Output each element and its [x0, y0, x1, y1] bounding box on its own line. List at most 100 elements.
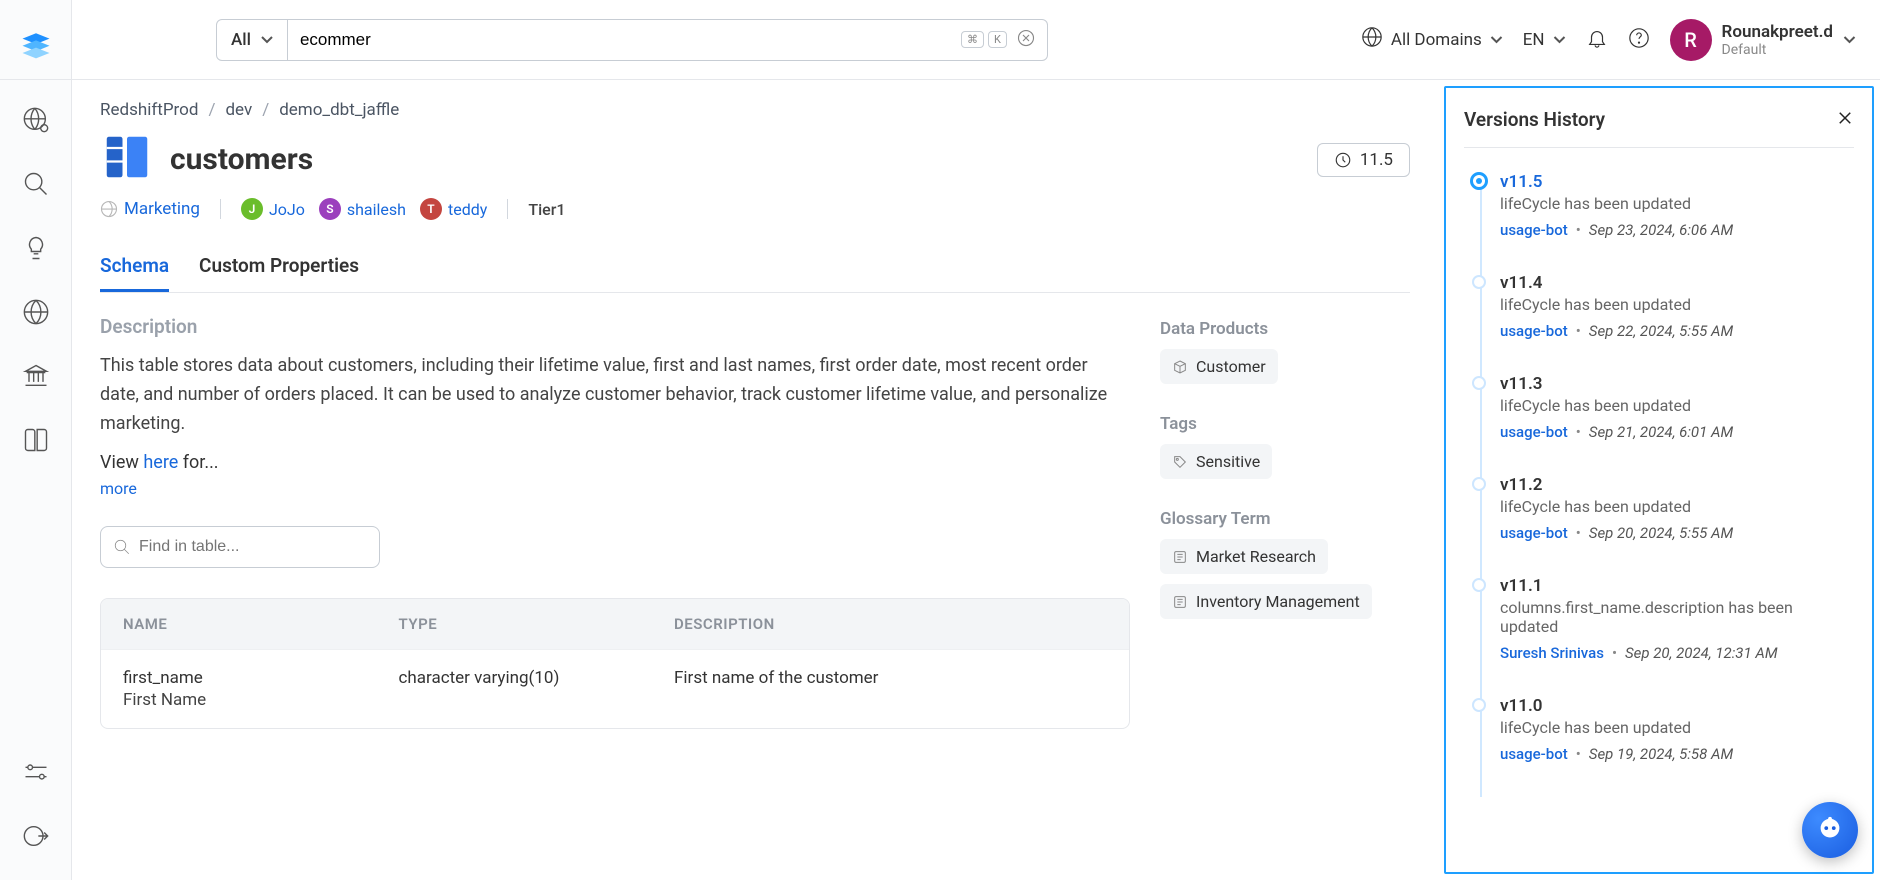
version-item[interactable]: v11.4 lifeCycle has been updated usage-b… [1500, 273, 1854, 340]
version-user[interactable]: usage-bot [1500, 423, 1568, 441]
tags-heading: Tags [1160, 414, 1410, 434]
glossary-chip[interactable]: Inventory Management [1160, 584, 1372, 619]
data-products-heading: Data Products [1160, 319, 1410, 339]
language-selector[interactable]: EN [1523, 30, 1566, 50]
col-header-name: NAME [123, 615, 399, 633]
version-user[interactable]: usage-bot [1500, 524, 1568, 542]
glossary-icon[interactable] [16, 420, 56, 460]
domain-selector[interactable]: All Domains [1361, 26, 1503, 53]
col-name: first_name [123, 668, 203, 688]
col-label: First Name [123, 690, 399, 710]
versions-panel: Versions History v11.5 lifeCycle has bee… [1444, 86, 1874, 874]
version-time: Sep 19, 2024, 5:58 AM [1589, 745, 1733, 763]
page-title: customers [170, 142, 313, 177]
description-view-line: View here for... [100, 452, 1130, 473]
breadcrumb-item[interactable]: dev [225, 100, 252, 120]
chip-label: Customer [1196, 357, 1266, 376]
help-icon[interactable] [1628, 27, 1650, 53]
version-number: v11.2 [1500, 475, 1854, 495]
language-label: EN [1523, 30, 1545, 50]
chat-fab[interactable] [1802, 802, 1858, 858]
search-input[interactable] [300, 30, 961, 50]
owner-chip[interactable]: Sshailesh [319, 198, 406, 220]
version-user[interactable]: usage-bot [1500, 745, 1568, 763]
version-item[interactable]: v11.5 lifeCycle has been updated usage-b… [1500, 172, 1854, 239]
search-scope-label: All [231, 30, 251, 50]
chip-label: Sensitive [1196, 452, 1260, 471]
datasource-icon [100, 130, 154, 184]
user-role: Default [1722, 42, 1833, 58]
version-desc: lifeCycle has been updated [1500, 295, 1854, 314]
app-logo[interactable] [0, 8, 71, 80]
domain-chip[interactable]: Marketing [100, 199, 200, 219]
version-time: Sep 21, 2024, 6:01 AM [1589, 423, 1733, 441]
version-item[interactable]: v11.2 lifeCycle has been updated usage-b… [1500, 475, 1854, 542]
find-in-table-input[interactable] [139, 538, 367, 556]
version-number: v11.1 [1500, 576, 1854, 596]
version-button-label: 11.5 [1360, 150, 1393, 170]
version-user[interactable]: usage-bot [1500, 322, 1568, 340]
glossary-heading: Glossary Term [1160, 509, 1410, 529]
version-time: Sep 20, 2024, 12:31 AM [1625, 644, 1778, 662]
version-button[interactable]: 11.5 [1317, 143, 1410, 177]
chip-label: Market Research [1196, 547, 1316, 566]
data-product-chip[interactable]: Customer [1160, 349, 1278, 384]
col-header-type: TYPE [399, 615, 675, 633]
version-time: Sep 22, 2024, 5:55 AM [1589, 322, 1733, 340]
version-desc: lifeCycle has been updated [1500, 194, 1854, 213]
version-user[interactable]: usage-bot [1500, 221, 1568, 239]
glossary-chip[interactable]: Market Research [1160, 539, 1328, 574]
logout-icon[interactable] [16, 816, 56, 856]
version-desc: lifeCycle has been updated [1500, 396, 1854, 415]
avatar: R [1670, 19, 1712, 61]
breadcrumb-item[interactable]: RedshiftProd [100, 100, 198, 120]
owner-chip[interactable]: JJoJo [241, 198, 305, 220]
user-name: Rounakpreet.d [1722, 22, 1833, 42]
tier-label: Tier1 [528, 200, 565, 219]
notifications-icon[interactable] [1586, 27, 1608, 53]
domain-selector-label: All Domains [1391, 30, 1482, 50]
description-more-link[interactable]: more [100, 479, 137, 498]
version-time: Sep 23, 2024, 6:06 AM [1589, 221, 1733, 239]
breadcrumb[interactable]: RedshiftProd/ dev/ demo_dbt_jaffle [100, 100, 1317, 120]
version-item[interactable]: v11.1 columns.first_name.description has… [1500, 576, 1854, 662]
col-desc: First name of the customer [674, 668, 1107, 710]
version-number: v11.4 [1500, 273, 1854, 293]
description-link[interactable]: here [143, 452, 178, 473]
search-icon [113, 538, 131, 556]
version-number: v11.5 [1500, 172, 1854, 192]
version-time: Sep 20, 2024, 5:55 AM [1589, 524, 1733, 542]
version-number: v11.3 [1500, 374, 1854, 394]
version-desc: lifeCycle has been updated [1500, 497, 1854, 516]
chip-label: Inventory Management [1196, 592, 1360, 611]
keyboard-hint: ⌘ K [961, 31, 1007, 48]
breadcrumb-item[interactable]: demo_dbt_jaffle [279, 100, 399, 120]
versions-title: Versions History [1464, 108, 1605, 131]
clear-search-icon[interactable] [1017, 29, 1035, 51]
owner-chip[interactable]: Tteddy [420, 198, 487, 220]
col-type: character varying(10) [399, 668, 675, 710]
governance-icon[interactable] [16, 356, 56, 396]
version-item[interactable]: v11.0 lifeCycle has been updated usage-b… [1500, 696, 1854, 763]
insights-icon[interactable] [16, 228, 56, 268]
description-text: This table stores data about customers, … [100, 352, 1130, 438]
version-item[interactable]: v11.3 lifeCycle has been updated usage-b… [1500, 374, 1854, 441]
tab-schema[interactable]: Schema [100, 254, 169, 292]
settings-icon[interactable] [16, 752, 56, 792]
table-row[interactable]: first_name First Name character varying(… [101, 649, 1129, 728]
version-number: v11.0 [1500, 696, 1854, 716]
search-scope-select[interactable]: All [216, 19, 288, 61]
user-menu[interactable]: R Rounakpreet.d Default [1670, 19, 1856, 61]
version-desc: lifeCycle has been updated [1500, 718, 1854, 737]
explore-icon[interactable] [16, 100, 56, 140]
tag-chip[interactable]: Sensitive [1160, 444, 1272, 479]
search-icon[interactable] [16, 164, 56, 204]
description-heading: Description [100, 315, 1130, 338]
tab-custom-properties[interactable]: Custom Properties [199, 254, 359, 292]
close-icon[interactable] [1836, 109, 1854, 131]
version-user[interactable]: Suresh Srinivas [1500, 644, 1604, 662]
domain-chip-label: Marketing [124, 199, 200, 219]
domains-icon[interactable] [16, 292, 56, 332]
col-header-desc: DESCRIPTION [674, 615, 1107, 633]
version-desc: columns.first_name.description has been … [1500, 598, 1854, 636]
